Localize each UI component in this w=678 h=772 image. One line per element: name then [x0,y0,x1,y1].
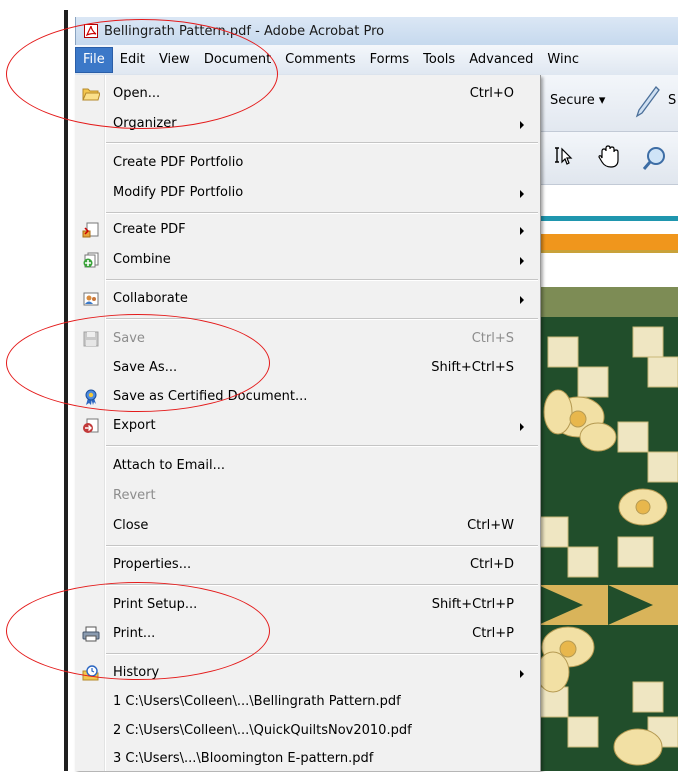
menu-item-label: Collaborate [113,291,188,306]
menu-item-export[interactable]: Export [75,413,538,439]
menu-item-label: Properties... [113,557,192,572]
menu-item-shortcut: Ctrl+W [467,518,514,533]
submenu-arrow-icon [520,227,524,235]
menu-item-shortcut: Ctrl+O [469,86,514,101]
menu-item-create-pdf-portfolio[interactable]: Create PDF Portfolio [75,150,538,176]
menu-item-close[interactable]: Close Ctrl+W [75,513,538,539]
menu-item-modify-pdf-portfolio[interactable]: Modify PDF Portfolio [75,180,538,206]
menu-separator [106,212,538,214]
submenu-arrow-icon [520,121,524,129]
menu-item-attach-to-email[interactable]: Attach to Email... [75,453,538,479]
document-orange-stripe [538,234,678,250]
menu-item-shortcut: Shift+Ctrl+S [431,360,514,375]
hand-tool-icon[interactable] [596,144,622,170]
menu-item-create-pdf[interactable]: Create PDF [75,217,538,243]
menu-item-label: Export [113,418,156,433]
collaborate-icon [83,292,99,306]
submenu-arrow-icon [520,670,524,678]
menu-item-recent-file-2[interactable]: 2 C:\Users\Colleen\...\QuickQuiltsNov201… [75,718,538,744]
menu-item-shortcut: Ctrl+S [471,331,514,346]
quilt-pattern-image [538,287,678,771]
annotation-circle-save [6,314,270,412]
menu-item-label: Revert [113,488,156,503]
menu-item-label: 3 C:\Users\...\Bloomington E-pattern.pdf [113,751,374,766]
menu-item-label: Modify PDF Portfolio [113,185,244,200]
menu-item-recent-file-3[interactable]: 3 C:\Users\...\Bloomington E-pattern.pdf [75,746,538,772]
menu-tools[interactable]: Tools [416,47,462,73]
select-text-cursor-icon[interactable] [552,144,576,168]
document-gold-stripe [538,250,678,253]
create-pdf-icon [82,222,99,238]
submenu-arrow-icon [520,423,524,431]
menu-item-label: Combine [113,252,171,267]
menu-item-label: 2 C:\Users\Colleen\...\QuickQuiltsNov201… [113,723,412,738]
tools-toolbar [538,132,678,185]
menu-item-recent-file-1[interactable]: 1 C:\Users\Colleen\...\Bellingrath Patte… [75,689,538,715]
menu-item-label: 1 C:\Users\Colleen\...\Bellingrath Patte… [113,694,401,709]
menu-item-revert[interactable]: Revert [75,483,538,509]
export-icon [83,418,99,433]
menu-item-shortcut: Shift+Ctrl+P [431,597,514,612]
menu-item-label: Create PDF [113,222,186,237]
menu-item-collaborate[interactable]: Collaborate [75,286,538,312]
submenu-arrow-icon [520,296,524,304]
menu-separator [106,445,538,447]
menu-forms[interactable]: Forms [363,47,417,73]
menu-item-combine[interactable]: Combine [75,247,538,273]
sign-button-label[interactable]: S [668,93,676,108]
menu-separator [106,279,538,281]
menu-item-label: Attach to Email... [113,458,225,473]
document-teal-stripe [538,216,678,221]
menu-window[interactable]: Winc [540,47,586,73]
menu-item-label: Create PDF Portfolio [113,155,244,170]
menu-item-label: Close [113,518,149,533]
combine-icon [83,252,99,268]
annotation-circle-print [6,582,270,680]
zoom-tool-icon[interactable] [642,144,672,172]
task-toolbar: Secure ▾ S [538,75,678,132]
submenu-arrow-icon [520,190,524,198]
menu-item-properties[interactable]: Properties... Ctrl+D [75,552,538,578]
menu-item-shortcut: Ctrl+D [469,557,514,572]
menu-separator [106,142,538,144]
annotation-circle-file-open [6,19,278,129]
menu-advanced[interactable]: Advanced [462,47,540,73]
menu-item-shortcut: Ctrl+P [472,626,514,641]
submenu-arrow-icon [520,257,524,265]
secure-button[interactable]: Secure ▾ [550,93,605,108]
sign-pen-icon[interactable] [634,85,660,119]
menu-comments[interactable]: Comments [278,47,362,73]
menu-separator [106,545,538,547]
